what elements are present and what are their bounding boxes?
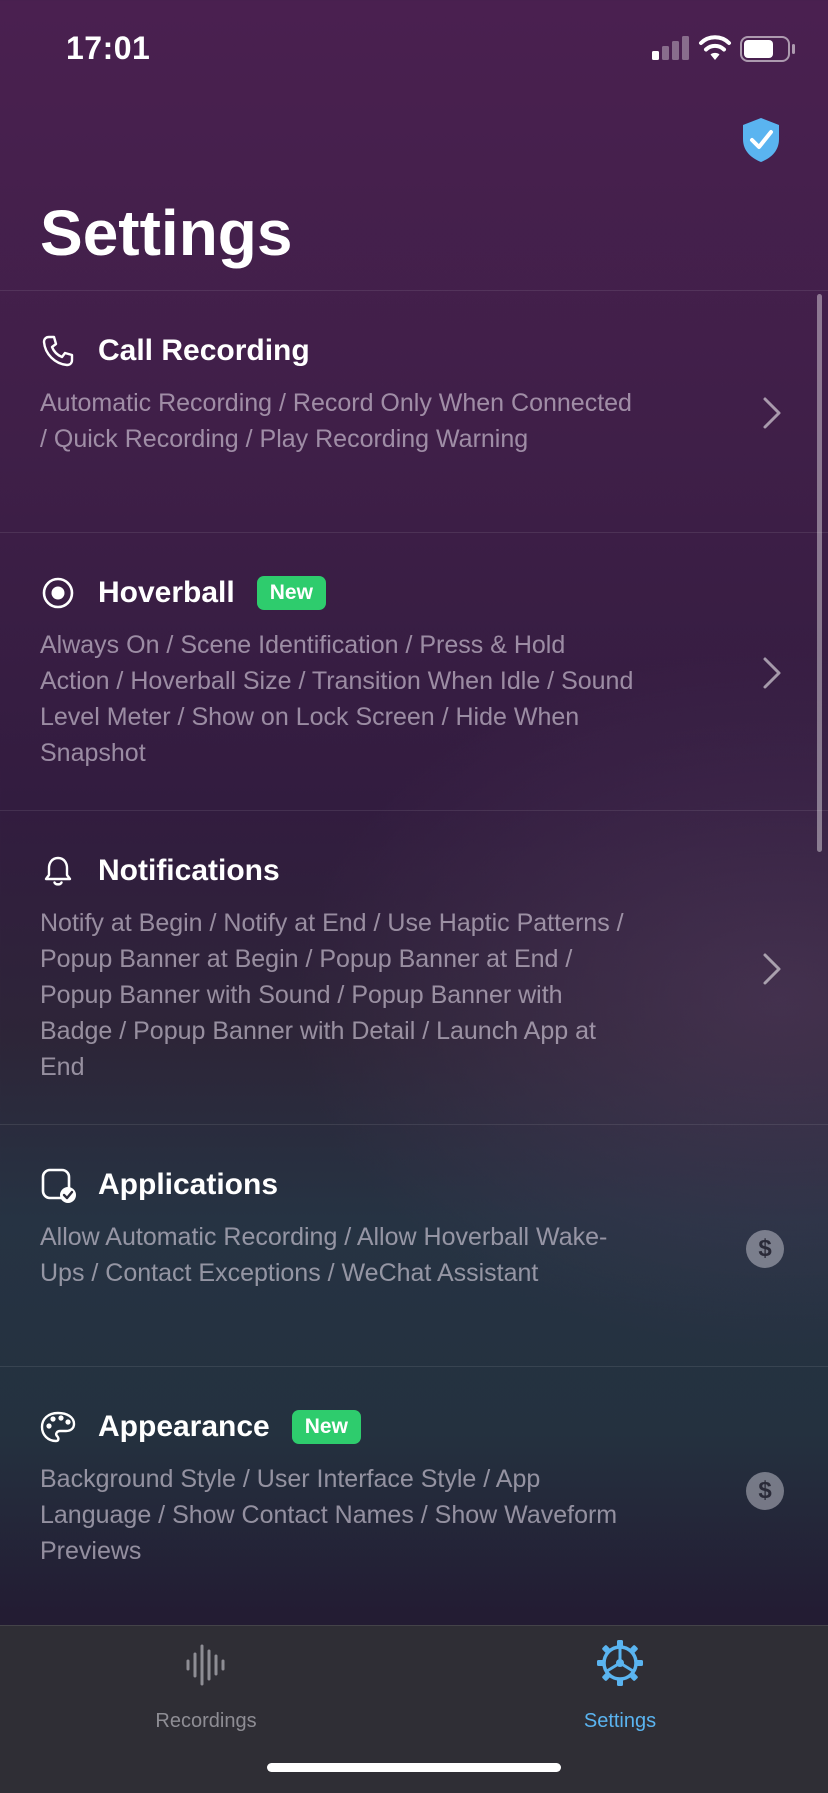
settings-row-call-recording[interactable]: Call Recording Automatic Recording / Rec… (0, 290, 828, 532)
chevron-right-icon (763, 397, 781, 429)
settings-row-title: Appearance (98, 1410, 270, 1443)
new-badge: New (291, 1410, 361, 1444)
palette-icon (40, 1409, 76, 1445)
battery-icon (740, 36, 795, 62)
settings-row-title: Applications (98, 1168, 279, 1201)
chevron-right-icon (763, 657, 781, 689)
wifi-icon (699, 35, 731, 60)
dollar-icon: $ (746, 1472, 784, 1510)
tab-recordings[interactable]: Recordings (106, 1626, 306, 1746)
scrollbar[interactable] (817, 294, 822, 852)
settings-row-title: Hoverball (98, 576, 235, 609)
app-check-icon (40, 1167, 76, 1203)
settings-row-description: Automatic Recording / Record Only When C… (40, 389, 632, 453)
page-title: Settings (40, 197, 293, 269)
phone-icon (40, 333, 76, 369)
home-indicator[interactable] (267, 1763, 561, 1772)
status-bar: 17:01 (0, 0, 828, 100)
new-badge: New (256, 576, 326, 610)
dollar-icon: $ (746, 1230, 784, 1268)
settings-row-title: Call Recording (98, 334, 310, 367)
shield-check-icon[interactable] (740, 116, 782, 164)
tab-label: Settings (583, 1710, 657, 1732)
cellular-signal-icon (652, 36, 690, 60)
waveform-icon (186, 1644, 225, 1686)
settings-row-description: Allow Automatic Recording / Allow Hoverb… (40, 1223, 608, 1287)
settings-row-notifications[interactable]: Notifications Notify at Begin / Notify a… (0, 810, 828, 1124)
settings-row-appearance[interactable]: Appearance New Background Style / User I… (0, 1366, 828, 1608)
settings-list: Call Recording Automatic Recording / Rec… (0, 290, 828, 1608)
status-time: 17:01 (66, 30, 151, 66)
settings-row-description: Notify at Begin / Notify at End / Use Ha… (40, 909, 624, 1081)
settings-row-applications[interactable]: Applications Allow Automatic Recording /… (0, 1124, 828, 1366)
tab-label: Recordings (155, 1710, 257, 1732)
hoverball-icon (40, 575, 76, 611)
bell-icon (40, 853, 76, 889)
chevron-right-icon (763, 953, 781, 985)
tab-settings[interactable]: Settings (520, 1626, 720, 1746)
settings-row-description: Always On / Scene Identification / Press… (40, 631, 634, 767)
settings-row-title: Notifications (98, 854, 280, 887)
settings-row-hoverball[interactable]: Hoverball New Always On / Scene Identifi… (0, 532, 828, 810)
gear-icon (597, 1640, 643, 1686)
settings-row-description: Background Style / User Interface Style … (40, 1465, 618, 1565)
